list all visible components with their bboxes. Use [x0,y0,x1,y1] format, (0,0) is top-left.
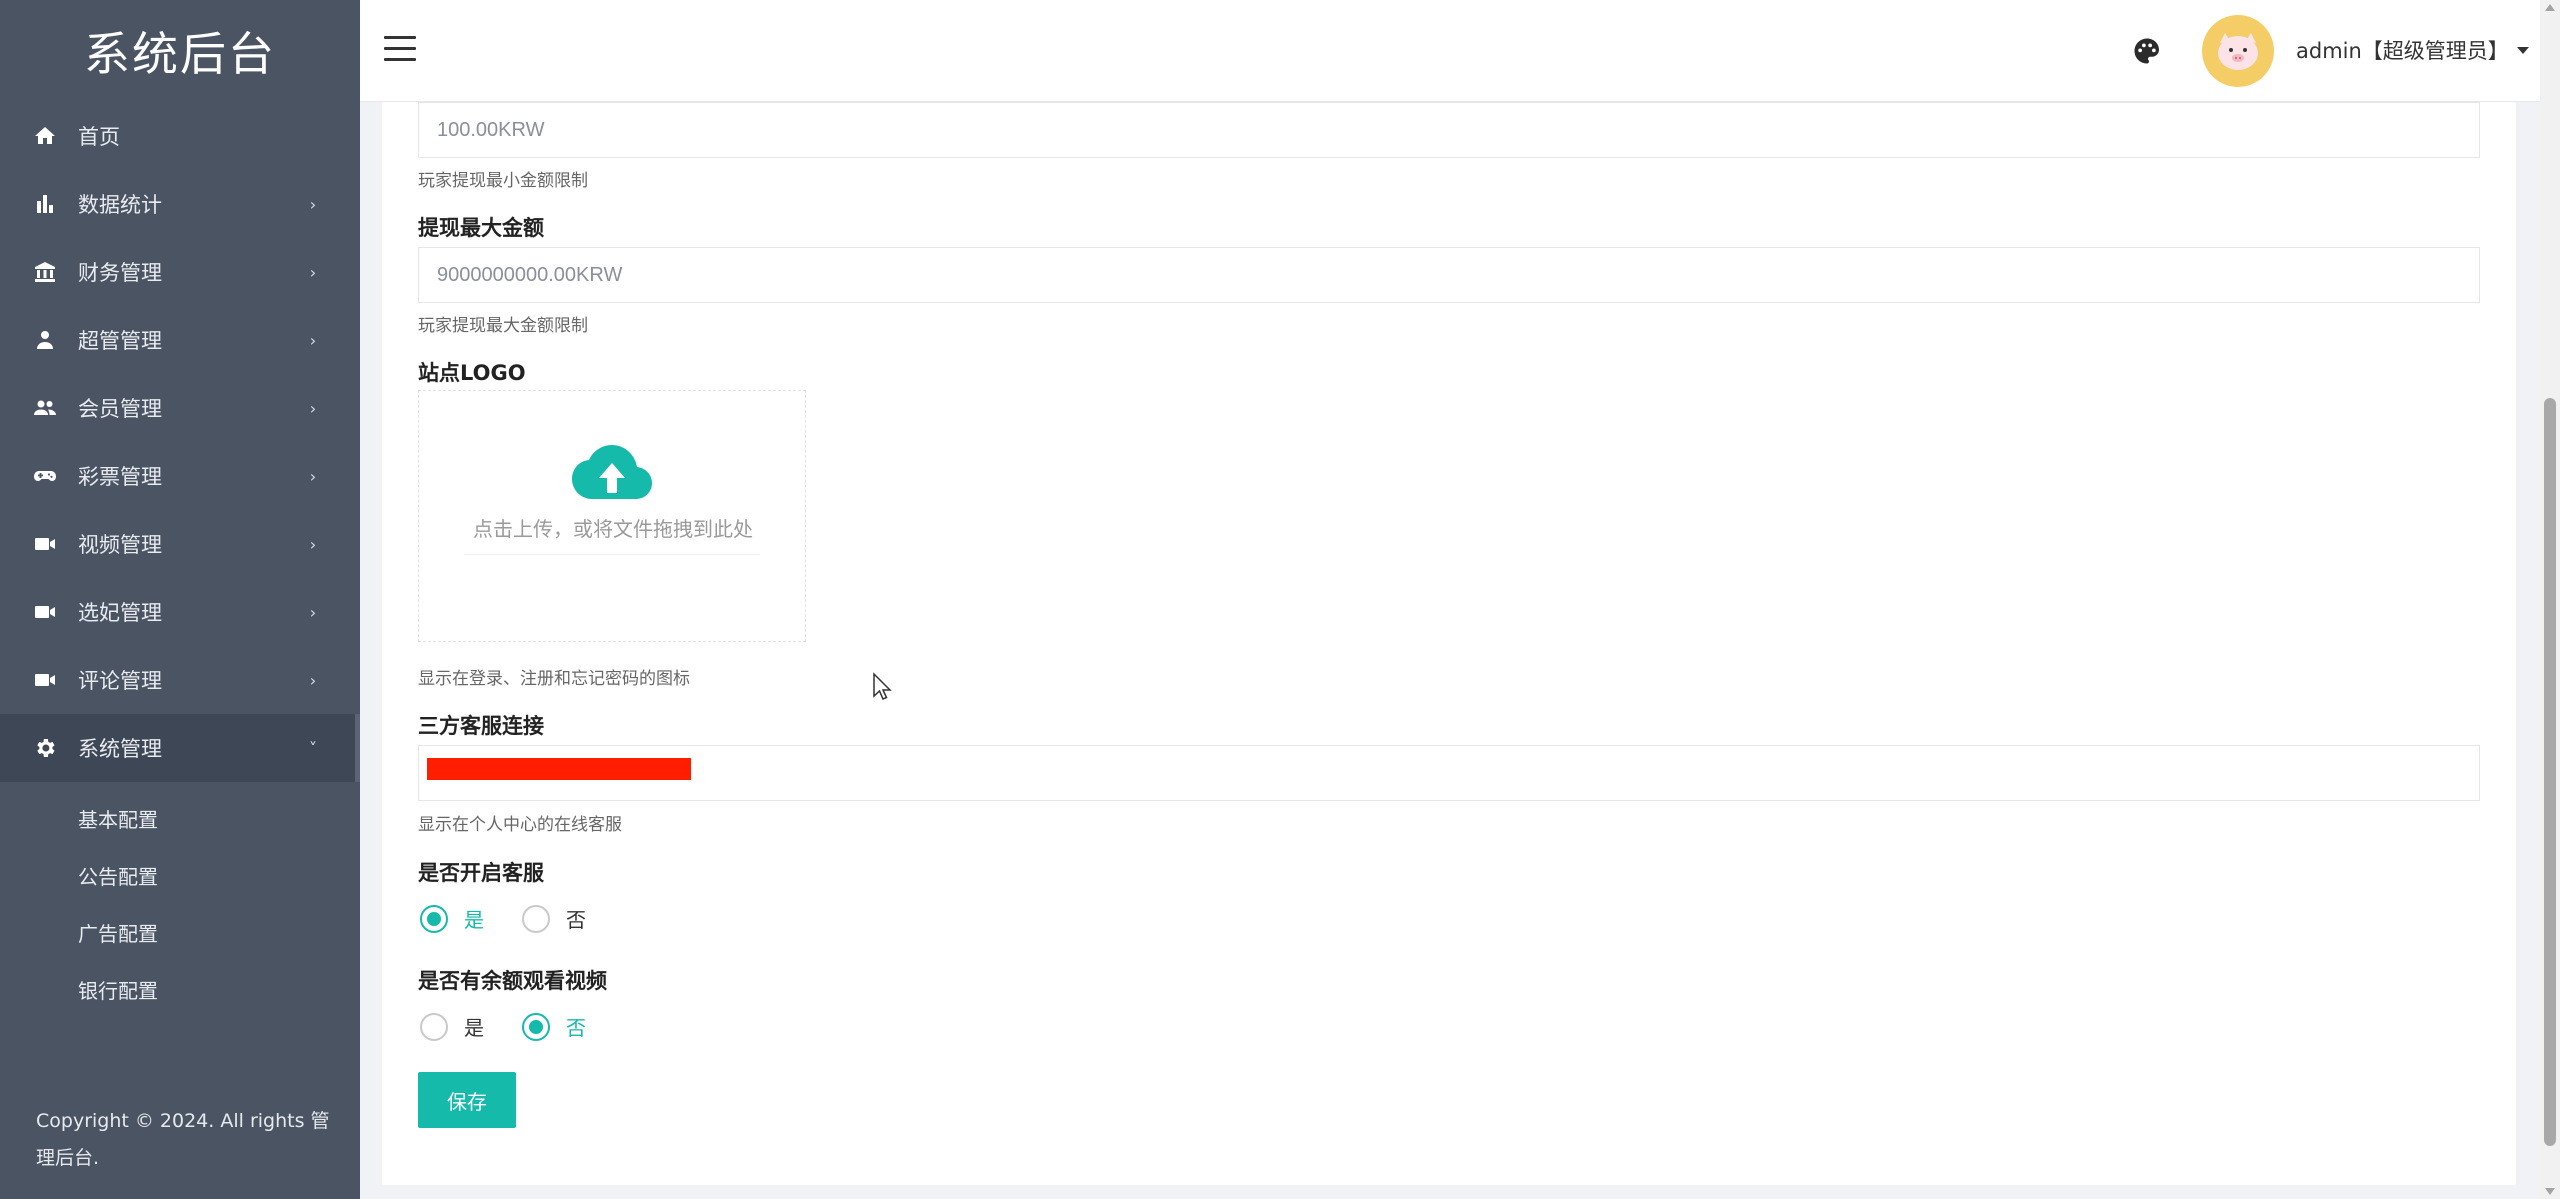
enable-service-yes-radio[interactable]: 是 [420,904,484,933]
sidebar-item-system[interactable]: 系统管理 ˅ [0,714,360,782]
service-link-input[interactable] [418,745,2480,801]
top-header: admin【超级管理员】 [360,0,2540,102]
radio-label: 是 [464,1016,484,1040]
min-amount-value: 100.00KRW [437,118,545,141]
brand-title: 系统后台 [84,27,276,81]
scroll-thumb[interactable] [2544,398,2556,1146]
max-amount-input[interactable]: 9000000000.00KRW [418,247,2480,303]
enable-service-no-radio[interactable]: 否 [522,904,586,933]
sidebar: 系统后台 首页 数据统计 › 财务管理 › 超管管理 › 会员管理 › 彩票管理 [0,0,360,1199]
min-amount-input[interactable]: 100.00KRW [418,102,2480,158]
chevron-right-icon: › [309,602,317,622]
pig-avatar-icon [2218,33,2258,70]
radio-unchecked-icon [420,1012,448,1041]
video-icon [30,600,60,624]
video-icon [30,668,60,692]
sidebar-item-label: 选妃管理 [78,601,162,625]
submenu-item-ad-config[interactable]: 广告配置 [0,904,360,961]
balance-video-yes-radio[interactable]: 是 [420,1012,484,1041]
sidebar-item-videos[interactable]: 视频管理 › [0,510,360,578]
enable-service-label: 是否开启客服 [418,861,544,885]
upload-divider [464,554,760,555]
radio-checked-icon [522,1012,550,1041]
logo-upload-area[interactable]: 点击上传，或将文件拖拽到此处 [418,390,806,642]
chevron-right-icon: › [309,466,317,486]
system-submenu: 基本配置 公告配置 广告配置 银行配置 [0,782,360,1018]
sidebar-item-label: 视频管理 [78,533,162,557]
submenu-item-basic-config[interactable]: 基本配置 [0,790,360,847]
palette-icon[interactable] [2132,36,2162,66]
balance-video-label: 是否有余额观看视频 [418,969,607,993]
max-amount-help: 玩家提现最大金额限制 [418,316,588,336]
radio-label: 否 [566,908,586,932]
max-amount-label: 提现最大金额 [418,216,544,240]
sidebar-item-label: 首页 [78,125,120,149]
sidebar-item-selection[interactable]: 选妃管理 › [0,578,360,646]
menu-toggle-icon[interactable] [384,36,416,66]
gear-icon [30,736,60,760]
scroll-down-arrow-icon[interactable] [2545,1188,2555,1195]
sidebar-item-home[interactable]: 首页 [0,102,360,170]
sidebar-item-label: 数据统计 [78,193,162,217]
balance-video-no-radio[interactable]: 否 [522,1012,586,1041]
sidebar-item-label: 财务管理 [78,261,162,285]
logo-help: 显示在登录、注册和忘记密码的图标 [418,669,690,689]
save-button[interactable]: 保存 [418,1072,516,1128]
service-link-help: 显示在个人中心的在线客服 [418,815,622,835]
chevron-right-icon: › [309,194,317,214]
caret-down-icon [2516,46,2529,54]
mouse-cursor-icon [873,672,892,700]
service-link-label: 三方客服连接 [418,714,544,738]
avatar[interactable] [2202,15,2274,87]
chevron-down-icon: ˅ [309,738,317,758]
home-icon [30,124,60,148]
sidebar-item-comments[interactable]: 评论管理 › [0,646,360,714]
chevron-right-icon: › [309,398,317,418]
submenu-item-notice-config[interactable]: 公告配置 [0,847,360,904]
cloud-upload-icon [572,445,652,499]
radio-label: 是 [464,908,484,932]
page-scrollbar[interactable] [2540,0,2560,1199]
min-amount-help: 玩家提现最小金额限制 [418,171,588,191]
chevron-right-icon: › [309,262,317,282]
sidebar-item-stats[interactable]: 数据统计 › [0,170,360,238]
user-name: admin【超级管理员】 [2296,39,2509,63]
sidebar-item-label: 彩票管理 [78,465,162,489]
sidebar-item-label: 评论管理 [78,669,162,693]
chevron-right-icon: › [309,670,317,690]
user-menu[interactable]: admin【超级管理员】 [2296,32,2529,68]
upload-hint: 点击上传，或将文件拖拽到此处 [473,517,753,541]
gamepad-icon [30,464,60,488]
radio-checked-icon [420,904,448,933]
submenu-item-bank-config[interactable]: 银行配置 [0,961,360,1018]
user-icon [30,328,60,352]
users-icon [30,396,60,420]
bank-icon [30,260,60,284]
radio-label: 否 [566,1016,586,1040]
sidebar-item-admins[interactable]: 超管管理 › [0,306,360,374]
bar-chart-icon [30,192,60,216]
sidebar-item-label: 超管管理 [78,329,162,353]
redaction-bar [427,758,691,780]
max-amount-value: 9000000000.00KRW [437,263,623,286]
chevron-right-icon: › [309,330,317,350]
sidebar-menu: 首页 数据统计 › 财务管理 › 超管管理 › 会员管理 › 彩票管理 › 视频… [0,102,360,782]
chevron-right-icon: › [309,534,317,554]
sidebar-item-members[interactable]: 会员管理 › [0,374,360,442]
sidebar-item-label: 会员管理 [78,397,162,421]
logo-label: 站点LOGO [418,361,526,385]
radio-unchecked-icon [522,904,550,933]
sidebar-item-finance[interactable]: 财务管理 › [0,238,360,306]
sidebar-item-label: 系统管理 [78,737,162,761]
scroll-up-arrow-icon[interactable] [2545,4,2555,11]
video-icon [30,532,60,556]
copyright-text: Copyright © 2024. All rights 管理后台. [36,1110,330,1169]
sidebar-item-lottery[interactable]: 彩票管理 › [0,442,360,510]
